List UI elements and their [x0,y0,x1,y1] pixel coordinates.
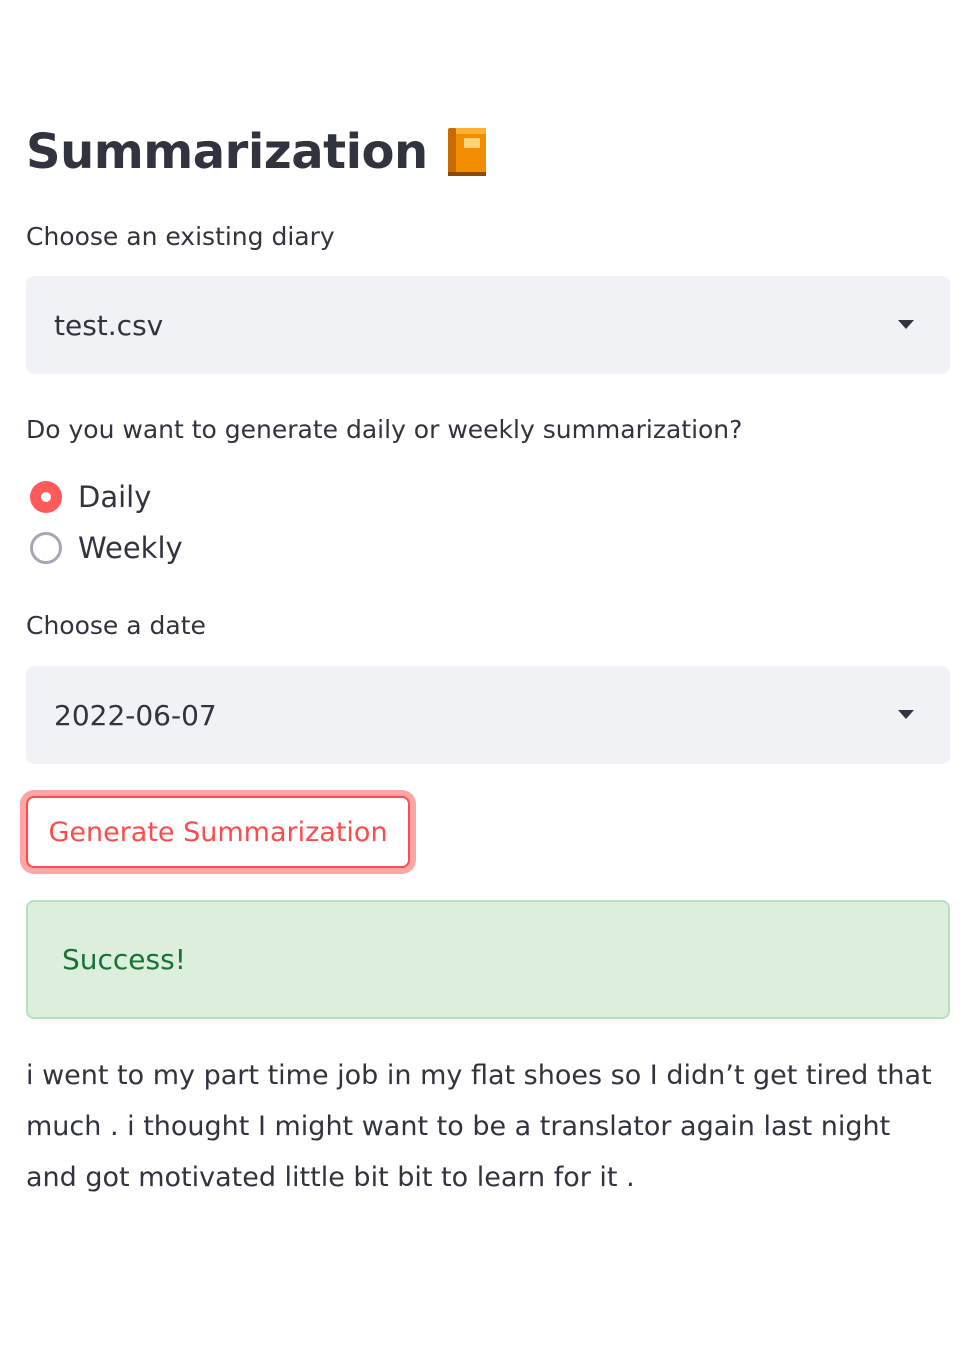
radio-label-weekly: Weekly [78,531,183,565]
summary-mode-label: Do you want to generate daily or weekly … [26,415,743,444]
radio-unchecked-icon[interactable] [30,532,62,564]
diary-select[interactable]: test.csv [26,276,950,374]
date-select[interactable]: 2022-06-07 [26,666,950,764]
caret-down-icon [898,710,914,719]
summary-text: i went to my part time job in my flat sh… [26,1060,932,1193]
success-message: Success! [62,943,186,976]
date-select-value: 2022-06-07 [54,698,217,732]
diary-select-label: Choose an existing diary [26,222,335,251]
caret-down-icon [898,320,914,329]
generate-summarization-button[interactable]: Generate Summarization [26,796,410,868]
radio-label-daily: Daily [78,480,152,514]
date-select-label: Choose a date [26,611,206,640]
success-alert: Success! [26,900,950,1019]
radio-option-weekly[interactable]: Weekly [30,531,183,565]
orange-book-icon [444,124,490,180]
diary-select-value: test.csv [54,308,164,342]
radio-checked-icon[interactable] [30,481,62,513]
radio-option-daily[interactable]: Daily [30,480,151,514]
page-title: Summarization [26,124,428,180]
page-header: Summarization [26,112,490,192]
